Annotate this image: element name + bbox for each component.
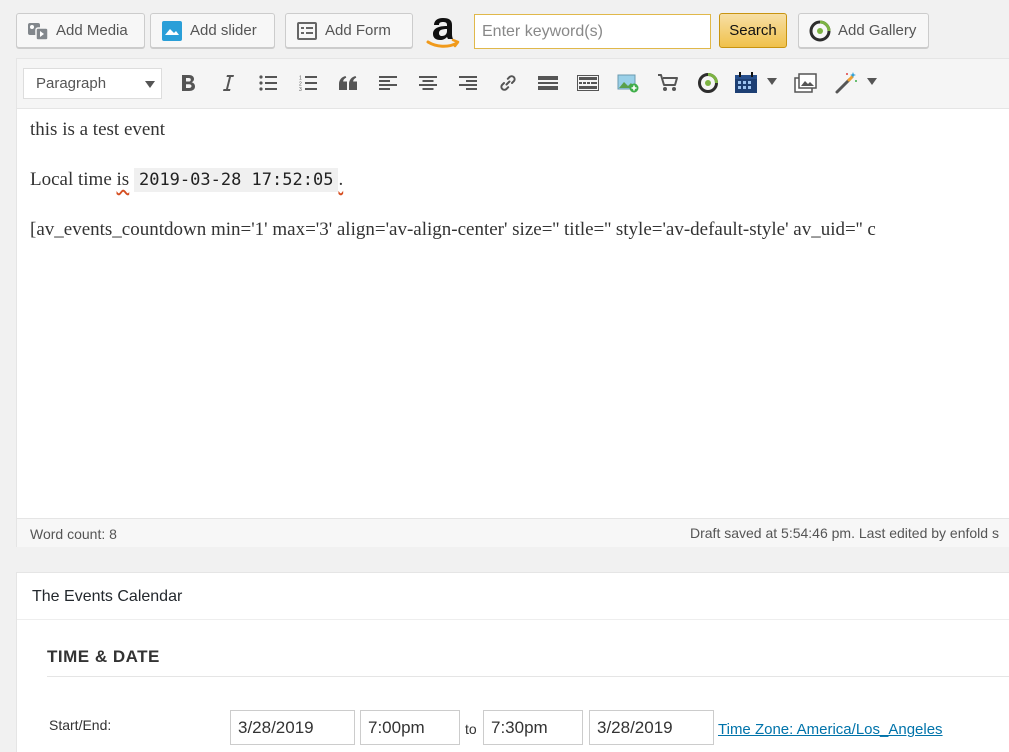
timezone-link[interactable]: Time Zone: America/Los_Angeles <box>718 721 943 738</box>
chevron-down-icon <box>145 81 155 88</box>
start-date-input[interactable] <box>230 710 355 745</box>
align-center-button[interactable] <box>413 68 443 98</box>
align-left-icon <box>379 75 397 91</box>
cart-icon <box>657 73 679 93</box>
content-line-1: this is a test event <box>30 119 166 140</box>
gallery-ring-icon <box>697 72 719 94</box>
media-gallery-button[interactable] <box>791 68 821 98</box>
numbered-list-button[interactable]: 123 <box>293 68 323 98</box>
bulleted-list-button[interactable] <box>253 68 283 98</box>
add-media-label: Add Media <box>56 22 128 39</box>
start-time-input[interactable] <box>360 710 460 745</box>
search-button[interactable]: Search <box>719 13 787 48</box>
shortcode-line: [av_events_countdown min='1' max='3' ali… <box>30 219 876 240</box>
editor-toolbar: Paragraph 123 <box>17 59 1009 109</box>
calendar-icon <box>734 72 758 94</box>
amazon-icon[interactable] <box>422 12 462 52</box>
gallery-icon <box>809 20 831 42</box>
magic-wand-chevron-down-icon[interactable] <box>867 78 877 85</box>
magic-wand-button[interactable] <box>831 68 861 98</box>
blockquote-icon <box>339 76 357 90</box>
align-left-button[interactable] <box>373 68 403 98</box>
period-spellcheck: . <box>338 169 344 190</box>
calendar-button[interactable] <box>731 68 761 98</box>
events-calendar-metabox: The Events Calendar TIME & DATE Start/En… <box>16 572 1009 752</box>
add-form-button[interactable]: Add Form <box>285 13 413 48</box>
align-right-icon <box>459 75 477 91</box>
gallery-toolbar-button[interactable] <box>693 68 723 98</box>
link-icon <box>498 73 518 93</box>
editor-statusbar: Word count: 8 Draft saved at 5:54:46 pm.… <box>17 518 1009 547</box>
start-end-label: Start/End: <box>49 717 112 733</box>
insert-link-button[interactable] <box>493 68 523 98</box>
add-image-button[interactable] <box>613 68 643 98</box>
italic-icon <box>221 74 235 92</box>
read-more-icon <box>538 75 558 91</box>
local-time-code: 2019-03-28 17:52:05 <box>133 168 339 192</box>
svg-text:3: 3 <box>299 87 302 91</box>
to-label: to <box>465 721 477 737</box>
events-calendar-title[interactable]: The Events Calendar <box>17 573 1009 620</box>
media-buttons-row: Add Media Add slider Add Form Search Add… <box>0 0 1009 58</box>
italic-button[interactable] <box>213 68 243 98</box>
bold-button[interactable] <box>173 68 203 98</box>
draft-saved-status: Draft saved at 5:54:46 pm. Last edited b… <box>690 525 999 541</box>
add-form-label: Add Form <box>325 22 391 39</box>
add-media-button[interactable]: Add Media <box>16 13 145 48</box>
align-right-button[interactable] <box>453 68 483 98</box>
toolbar-toggle-button[interactable] <box>573 68 603 98</box>
local-time-prefix: Local time <box>30 169 117 190</box>
add-gallery-button[interactable]: Add Gallery <box>798 13 929 48</box>
read-more-button[interactable] <box>533 68 563 98</box>
add-slider-button[interactable]: Add slider <box>150 13 275 48</box>
post-editor: Paragraph 123 this is a test event Local… <box>16 58 1009 547</box>
add-gallery-label: Add Gallery <box>838 22 917 39</box>
section-divider <box>47 676 1009 677</box>
keyword-search-input[interactable] <box>474 14 711 49</box>
bulleted-list-icon <box>259 75 277 91</box>
magic-wand-icon <box>834 71 858 95</box>
keyboard-icon <box>577 75 599 91</box>
photos-icon <box>794 73 818 93</box>
media-icon <box>27 20 49 42</box>
add-slider-label: Add slider <box>190 22 257 39</box>
image-add-icon <box>617 73 639 93</box>
format-select[interactable]: Paragraph <box>23 68 162 99</box>
calendar-chevron-down-icon[interactable] <box>767 78 777 85</box>
time-date-heading: TIME & DATE <box>47 647 160 666</box>
end-time-input[interactable] <box>483 710 583 745</box>
bold-icon <box>180 74 196 92</box>
slider-icon <box>161 20 183 42</box>
content-line-2: Local time is 2019-03-28 17:52:05. <box>30 168 1009 192</box>
editor-content[interactable]: this is a test event Local time is 2019-… <box>17 110 1009 518</box>
format-select-value: Paragraph <box>36 75 107 92</box>
end-date-input[interactable] <box>589 710 714 745</box>
shopping-cart-button[interactable] <box>653 68 683 98</box>
spellcheck-word: is <box>116 169 130 190</box>
numbered-list-icon: 123 <box>299 75 317 91</box>
align-center-icon <box>419 75 437 91</box>
blockquote-button[interactable] <box>333 68 363 98</box>
word-count: Word count: 8 <box>30 526 117 542</box>
form-icon <box>296 20 318 42</box>
